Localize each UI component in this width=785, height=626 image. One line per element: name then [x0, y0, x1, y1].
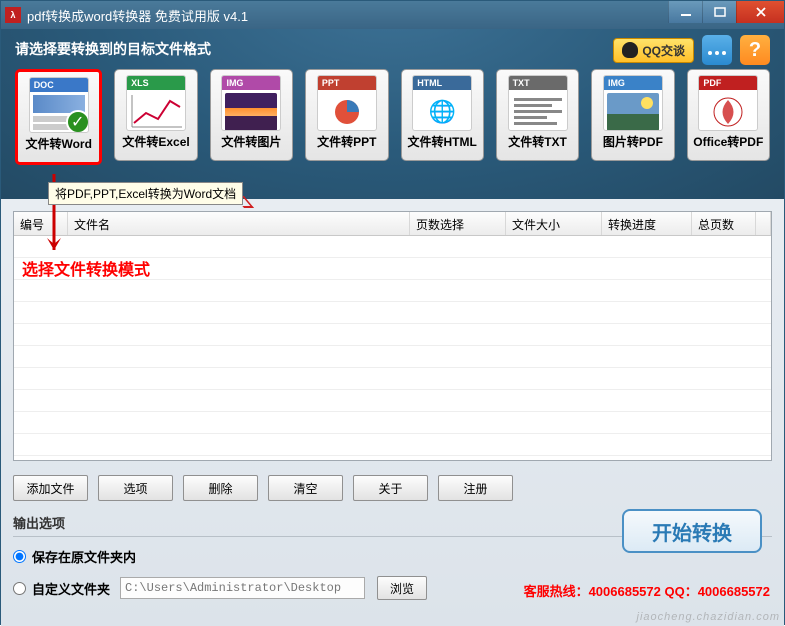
table-row[interactable]: [14, 434, 771, 456]
options-button[interactable]: 选项: [98, 475, 173, 501]
window-controls: [668, 1, 784, 23]
format-tile-文件转TXT[interactable]: TXT文件转TXT: [496, 69, 579, 161]
format-tile-图片转PDF[interactable]: IMG图片转PDF: [591, 69, 674, 161]
table-header: 编号文件名页数选择文件大小转换进度总页数: [14, 212, 771, 236]
tile-label: Office转PDF: [693, 133, 763, 150]
column-size[interactable]: 文件大小: [506, 212, 602, 235]
register-button[interactable]: 注册: [438, 475, 513, 501]
column-pages[interactable]: 页数选择: [410, 212, 506, 235]
format-tile-Office转PDF[interactable]: PDFOffice转PDF: [687, 69, 770, 161]
table-row[interactable]: [14, 302, 771, 324]
browse-button[interactable]: 浏览: [377, 576, 427, 600]
output-section: 输出选项 开始转换 保存在原文件夹内 自定义文件夹 浏览 客服热线：400668…: [13, 513, 772, 600]
column-progress[interactable]: 转换进度: [602, 212, 692, 235]
format-header: 请选择要转换到的目标文件格式 QQ交谈 ? DOC✓文件转WordXLS文件转E…: [1, 29, 784, 199]
minimize-button[interactable]: [668, 1, 702, 23]
about-button[interactable]: 关于: [353, 475, 428, 501]
help-button[interactable]: ?: [740, 35, 770, 65]
tile-label: 文件转Excel: [122, 133, 189, 150]
delete-button[interactable]: 删除: [183, 475, 258, 501]
radio-save-original-input[interactable]: [13, 550, 26, 563]
add-file-button[interactable]: 添加文件: [13, 475, 88, 501]
titlebar[interactable]: λ pdf转换成word转换器 免费试用版 v4.1: [1, 1, 784, 29]
radio-custom-folder-label: 自定义文件夹: [32, 579, 110, 598]
tile-label: 文件转TXT: [508, 133, 567, 150]
table-row[interactable]: [14, 324, 771, 346]
qq-icon: [622, 42, 638, 58]
check-icon: ✓: [66, 110, 89, 133]
column-name[interactable]: 文件名: [68, 212, 410, 235]
radio-save-original-label: 保存在原文件夹内: [32, 547, 136, 566]
tile-label: 图片转PDF: [603, 133, 663, 150]
annotation-text: 选择文件转换模式: [22, 256, 150, 280]
format-tile-文件转图片[interactable]: IMG文件转图片: [210, 69, 293, 161]
tile-label: 文件转图片: [221, 133, 281, 150]
format-tile-文件转Word[interactable]: DOC✓文件转Word: [15, 69, 102, 165]
tile-label: 文件转Word: [25, 135, 91, 152]
window-title: pdf转换成word转换器 免费试用版 v4.1: [27, 6, 248, 25]
qq-label: QQ交谈: [642, 42, 685, 59]
close-button[interactable]: [736, 1, 784, 23]
file-table: 编号文件名页数选择文件大小转换进度总页数: [13, 211, 772, 461]
table-row[interactable]: [14, 236, 771, 258]
table-row[interactable]: [14, 390, 771, 412]
radio-custom-folder[interactable]: 自定义文件夹 浏览 客服热线：4006685572 QQ：4006685572: [13, 576, 772, 600]
tile-label: 文件转HTML: [408, 133, 477, 150]
start-convert-button[interactable]: 开始转换: [622, 509, 762, 553]
column-total[interactable]: 总页数: [692, 212, 756, 235]
table-row[interactable]: [14, 412, 771, 434]
format-tile-文件转Excel[interactable]: XLS文件转Excel: [114, 69, 197, 161]
tile-label: 文件转PPT: [317, 133, 376, 150]
qq-chat-button[interactable]: QQ交谈: [613, 38, 694, 63]
radio-custom-folder-input[interactable]: [13, 582, 26, 595]
app-window: λ pdf转换成word转换器 免费试用版 v4.1 请选择要转换到的目标文件格…: [0, 0, 785, 625]
table-row[interactable]: [14, 346, 771, 368]
app-icon: λ: [5, 7, 21, 23]
format-tile-文件转HTML[interactable]: HTML🌐文件转HTML: [401, 69, 484, 161]
clear-button[interactable]: 清空: [268, 475, 343, 501]
maximize-button[interactable]: [702, 1, 736, 23]
custom-path-input[interactable]: [120, 577, 365, 599]
format-tooltip: 将PDF,PPT,Excel转换为Word文档: [48, 182, 243, 205]
table-row[interactable]: [14, 280, 771, 302]
support-hotline: 客服热线：4006685572 QQ：4006685572: [524, 581, 770, 600]
feedback-button[interactable]: [702, 35, 732, 65]
watermark: jiaocheng.chazidian.com: [637, 611, 780, 623]
format-tile-文件转PPT[interactable]: PPT文件转PPT: [305, 69, 388, 161]
table-row[interactable]: [14, 368, 771, 390]
format-tiles: DOC✓文件转WordXLS文件转ExcelIMG文件转图片PPT文件转PPTH…: [15, 69, 770, 165]
header-actions: QQ交谈 ?: [613, 35, 770, 65]
action-button-row: 添加文件 选项 删除 清空 关于 注册: [13, 475, 772, 501]
